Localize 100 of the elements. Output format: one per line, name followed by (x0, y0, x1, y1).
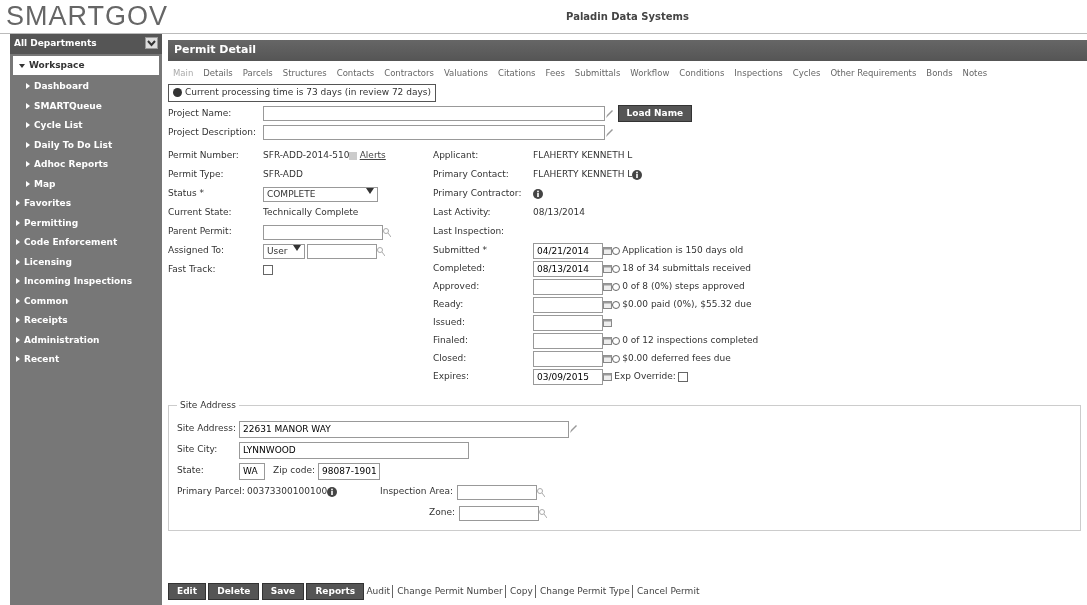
sidebar-item[interactable]: Favorites (10, 194, 162, 214)
tab[interactable]: Workflow (625, 66, 675, 80)
field-label: Site Address: (177, 422, 237, 436)
calendar-icon (603, 264, 612, 273)
text-field[interactable] (457, 484, 538, 500)
field-value: Technically Complete (263, 206, 359, 220)
sidebar-item[interactable]: Map (10, 174, 162, 194)
date-field[interactable]: 08/13/2014 (533, 260, 603, 277)
field-label: Primary Contact: (433, 168, 510, 182)
action-button[interactable]: Save (261, 582, 305, 600)
field-value: 08/13/2014 (533, 206, 585, 220)
sidebar-item[interactable]: Adhoc Reports (10, 155, 162, 175)
tab[interactable]: Fees (540, 66, 570, 80)
text-field[interactable]: WA (239, 462, 265, 480)
action-link[interactable]: Cancel Permit (632, 584, 700, 598)
date-field[interactable] (533, 350, 603, 367)
status-note: 18 of 34 submittals received (622, 261, 751, 275)
status-note: 0 of 8 (0%) steps approved (622, 279, 745, 293)
sidebar-item[interactable]: Permitting (10, 213, 162, 233)
field-label: Parent Permit: (168, 225, 233, 239)
action-link[interactable]: Change Permit Number (392, 584, 503, 598)
text-field[interactable] (263, 224, 383, 240)
field-label: Zone: (428, 506, 456, 520)
tab[interactable]: Inspections (729, 66, 788, 80)
field-value: FLAHERTY KENNETH L (533, 149, 633, 163)
date-field[interactable]: 04/21/2014 (533, 242, 603, 259)
sidebar-item[interactable]: Recent (10, 350, 162, 370)
action-button[interactable]: Reports (306, 582, 365, 600)
text-field[interactable] (263, 106, 605, 121)
text-field[interactable] (459, 505, 539, 521)
field-value: FLAHERTY KENNETH L (533, 168, 633, 182)
tab[interactable]: Contacts (331, 66, 380, 80)
sidebar-item[interactable]: Dashboard (10, 77, 162, 97)
action-link[interactable]: Copy (504, 584, 533, 598)
load-name-button[interactable]: Load Name (617, 104, 693, 123)
date-field[interactable] (533, 314, 603, 331)
calendar-icon (603, 300, 612, 309)
sidebar-item[interactable]: Licensing (10, 252, 162, 272)
field-label: Inspection Area: (379, 485, 455, 499)
date-field[interactable] (533, 332, 603, 349)
field-label: Last Inspection: (433, 225, 506, 239)
text-field[interactable] (263, 125, 605, 140)
sidebar-item[interactable]: Incoming Inspections (10, 272, 162, 292)
status-select[interactable]: COMPLETE (263, 186, 378, 202)
checkbox[interactable] (263, 265, 273, 275)
logo: SMARTGOV (5, 0, 169, 34)
tab[interactable]: Contractors (379, 66, 439, 80)
sidebar-item[interactable]: Code Enforcement (10, 233, 162, 253)
action-button[interactable]: Edit (168, 582, 206, 600)
text-field[interactable]: 98087-1901 (318, 462, 380, 480)
tab[interactable]: Details (198, 66, 238, 80)
tab[interactable]: Other Requirements (825, 66, 922, 80)
field-label: Primary Parcel: (177, 485, 245, 499)
date-field[interactable] (533, 278, 603, 295)
field-label: Fast Track: (168, 263, 217, 277)
panel-title: Permit Detail (168, 40, 1087, 61)
caret-icon (366, 187, 374, 194)
text-field[interactable]: LYNNWOOD (239, 441, 469, 459)
status-note: $0.00 deferred fees due (622, 351, 731, 365)
lookup-icon (383, 227, 391, 237)
tab[interactable]: Submittals (569, 66, 626, 80)
text-field[interactable] (307, 243, 378, 259)
department-selector[interactable]: All Departments (10, 34, 162, 54)
checkbox[interactable] (678, 371, 689, 382)
calendar-icon (603, 372, 612, 381)
tab[interactable]: Structures (277, 66, 332, 80)
field-label: Project Name: (168, 106, 233, 120)
sidebar-item[interactable]: Receipts (10, 311, 162, 331)
alerts-link[interactable]: Alerts (359, 149, 386, 163)
field-label: Exp Override: (614, 369, 676, 383)
status-note: Application is 150 days old (622, 243, 744, 257)
sidebar-item[interactable]: Daily To Do List (10, 135, 162, 155)
lookup-icon (539, 508, 547, 518)
field-label: Completed: (433, 261, 487, 275)
tab[interactable]: Parcels (237, 66, 278, 80)
sidebar-item[interactable]: SMARTQueue (10, 96, 162, 116)
lookup-icon (537, 487, 546, 497)
tab[interactable]: Valuations (438, 66, 493, 80)
field-value: SFR-ADD (263, 168, 303, 182)
text-field[interactable]: 22631 MANOR WAY (239, 420, 569, 438)
tab[interactable]: Notes (957, 66, 993, 80)
date-field[interactable]: 03/09/2015 (533, 368, 603, 385)
assigned-select[interactable]: User (263, 243, 305, 259)
tab[interactable]: Conditions (674, 66, 730, 80)
sidebar-item[interactable]: Administration (10, 330, 162, 350)
sidebar-item[interactable]: Workspace (13, 55, 159, 75)
tab[interactable]: Bonds (921, 66, 958, 80)
tab[interactable]: Cycles (787, 66, 826, 80)
sidebar-item[interactable]: Common (10, 291, 162, 311)
action-link[interactable]: Change Permit Type (535, 584, 630, 598)
field-value: 00373300100100 (246, 485, 328, 499)
field-label: Applicant: (433, 149, 480, 163)
action-link[interactable]: Audit (366, 584, 391, 598)
date-field[interactable] (533, 296, 603, 313)
status-note: $0.00 paid (0%), $55.32 due (622, 297, 752, 311)
action-button[interactable]: Delete (208, 582, 260, 600)
sidebar-item[interactable]: Cycle List (10, 116, 162, 136)
field-label: Submitted * (433, 243, 489, 257)
field-label: Primary Contractor: (433, 187, 523, 201)
tab[interactable]: Citations (492, 66, 541, 80)
